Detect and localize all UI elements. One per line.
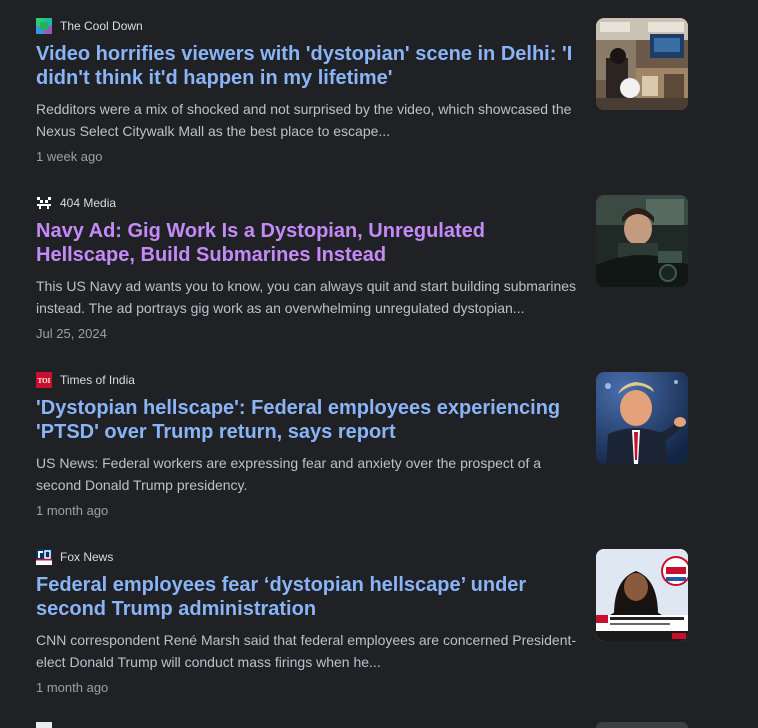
news-result-time: Jul 25, 2024 xyxy=(36,326,107,341)
news-result-title[interactable]: Federal employees fear ‘dystopian hellsc… xyxy=(36,573,581,621)
next-result-thumbnail-edge xyxy=(596,722,688,728)
news-source-name: The Cool Down xyxy=(60,19,143,33)
news-source[interactable]: TOI Times of India xyxy=(36,372,135,388)
news-result-card[interactable]: TOI Times of India 'Dystopian hellscape'… xyxy=(36,372,688,522)
news-source[interactable]: 404 Media xyxy=(36,195,116,211)
news-result-card[interactable]: 404 Media Navy Ad: Gig Work Is a Dystopi… xyxy=(36,195,688,345)
news-source-name: Fox News xyxy=(60,550,114,564)
mall-interior-photo[interactable] xyxy=(596,18,688,110)
news-result-time: 1 month ago xyxy=(36,680,109,695)
svg-text:TOI: TOI xyxy=(38,377,51,385)
news-result-snippet: This US Navy ad wants you to know, you c… xyxy=(36,278,577,316)
toi-logo-icon: TOI xyxy=(36,372,52,388)
news-result-title[interactable]: Navy Ad: Gig Work Is a Dystopian, Unregu… xyxy=(36,219,581,267)
news-result-card[interactable]: Fox News Federal employees fear ‘dystopi… xyxy=(36,549,688,699)
trump-pointing-photo[interactable] xyxy=(596,372,688,464)
the-cool-down-logo-icon xyxy=(36,18,52,34)
cnn-news-anchor-photo[interactable] xyxy=(596,549,688,641)
driver-in-car-photo[interactable] xyxy=(596,195,688,287)
news-result-title[interactable]: Video horrifies viewers with 'dystopian'… xyxy=(36,42,581,90)
news-result-card[interactable]: The Cool Down Video horrifies viewers wi… xyxy=(36,18,688,168)
404-media-logo-icon xyxy=(36,195,52,211)
news-result-snippet: Redditors were a mix of shocked and not … xyxy=(36,101,572,139)
news-result-time: 1 week ago xyxy=(36,149,103,164)
news-source[interactable]: The Cool Down xyxy=(36,18,143,34)
news-result-time: 1 month ago xyxy=(36,503,109,518)
news-result-title[interactable]: 'Dystopian hellscape': Federal employees… xyxy=(36,396,581,444)
fox-news-logo-icon xyxy=(36,549,52,565)
news-source[interactable]: Fox News xyxy=(36,549,113,565)
next-result-favicon-edge xyxy=(36,722,52,728)
news-source-name: 404 Media xyxy=(60,196,117,210)
news-result-snippet: CNN correspondent René Marsh said that f… xyxy=(36,632,577,670)
news-source-name: Times of India xyxy=(60,373,135,387)
news-results-feed: The Cool Down Video horrifies viewers wi… xyxy=(0,0,758,728)
news-result-snippet: US News: Federal workers are expressing … xyxy=(36,455,542,493)
